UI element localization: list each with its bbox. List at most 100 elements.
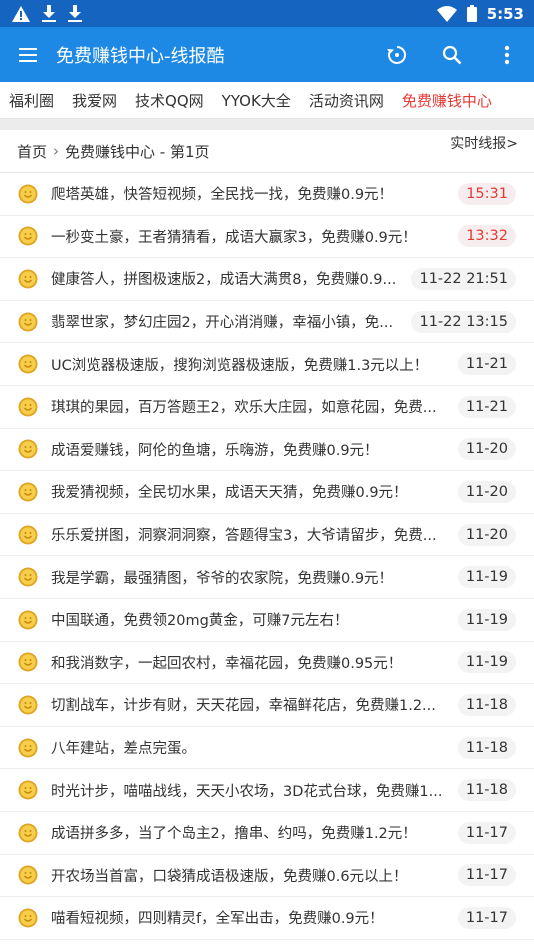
coin-icon <box>18 652 38 672</box>
status-bar: 5:53 <box>0 0 534 27</box>
breadcrumb-separator: › <box>53 142 60 160</box>
list-item[interactable]: 成语拼多多，当了个岛主2，撸串、约吗，免费赚1.2元！ 11-17 <box>0 812 534 855</box>
item-time: 11-17 <box>457 906 516 929</box>
item-time: 11-17 <box>457 821 516 844</box>
download-icon <box>42 5 56 22</box>
item-title: 切割战车，计步有财，天天花园，幸福鲜花店，免费赚1.2... <box>51 698 436 715</box>
coin-icon <box>18 226 38 246</box>
item-title: 中国联通，免费领20mg黄金，可赚7元左右！ <box>51 613 349 630</box>
category-tabs: 福利圈 我爱网 技术QQ网 YYOK大全 活动资讯网 免费赚钱中心 <box>0 82 534 119</box>
coin-icon <box>18 354 38 374</box>
item-time: 11-19 <box>457 566 516 589</box>
more-button[interactable] <box>479 27 534 82</box>
list-item[interactable]: 琪琪的果园，百万答题王2，欢乐大庄园，如意花园，免费... 11-21 <box>0 386 534 429</box>
item-title: 一秒变土豪，王者猜猜看，成语大赢家3，免费赚0.9元！ <box>51 229 417 246</box>
list-item[interactable]: 翡翠世家，梦幻庄园2，开心消消赚，幸福小镇，免... 11-22 13:15 <box>0 301 534 344</box>
item-title: 乐乐爱拼图，洞察洞洞察，答题得宝3，大爷请留步，免费... <box>51 528 437 545</box>
tab-fuliquan[interactable]: 福利圈 <box>0 90 63 111</box>
item-title: UC浏览器极速版，搜狗浏览器极速版，免费赚1.3元以上！ <box>51 357 429 374</box>
item-time: 11-18 <box>457 736 516 759</box>
coin-icon <box>18 738 38 758</box>
item-time: 15:31 <box>458 182 516 205</box>
search-button[interactable] <box>424 27 479 82</box>
item-title: 我爱猜视频，全民切水果，成语天天猜，免费赚0.9元！ <box>51 485 408 502</box>
item-title: 和我消数字，一起回农村，幸福花园，免费赚0.95元！ <box>51 655 403 672</box>
coin-icon <box>18 695 38 715</box>
list-item[interactable]: 乐乐爱拼图，洞察洞洞察，答题得宝3，大爷请留步，免费... 11-20 <box>0 514 534 557</box>
item-time: 11-21 <box>457 353 516 376</box>
item-title: 我是学霸，最强猜图，爷爷的农家院，免费赚0.9元！ <box>51 570 394 587</box>
breadcrumb: 首页 › 免费赚钱中心 - 第1页 实时线报> <box>0 130 534 173</box>
item-time: 11-22 13:15 <box>411 310 516 333</box>
coin-icon <box>18 397 38 417</box>
list-item[interactable]: 时光计步，喵喵战线，天天小农场，3D花式台球，免费赚1... 11-18 <box>0 769 534 812</box>
tab-jishu-qq[interactable]: 技术QQ网 <box>126 90 213 111</box>
item-title: 八年建站，差点完蛋。 <box>51 741 196 758</box>
tab-mianfei-zhuanqian[interactable]: 免费赚钱中心 <box>393 90 501 111</box>
item-title: 翡翠世家，梦幻庄园2，开心消消赚，幸福小镇，免... <box>51 315 394 332</box>
item-time: 13:32 <box>458 225 516 248</box>
item-time: 11-18 <box>457 693 516 716</box>
coin-icon <box>18 312 38 332</box>
app-bar: 免费赚钱中心-线报酷 <box>0 27 534 82</box>
list-item[interactable]: UC浏览器极速版，搜狗浏览器极速版，免费赚1.3元以上！ 11-21 <box>0 343 534 386</box>
list-item[interactable]: 切割战车，计步有财，天天花园，幸福鲜花店，免费赚1.2... 11-18 <box>0 684 534 727</box>
history-icon <box>386 45 406 64</box>
tab-woaiwang[interactable]: 我爱网 <box>63 90 126 111</box>
warning-icon <box>12 5 30 22</box>
list-item[interactable]: 我是学霸，最强猜图，爷爷的农家院，免费赚0.9元！ 11-19 <box>0 556 534 599</box>
tab-huodong[interactable]: 活动资讯网 <box>300 90 393 111</box>
realtime-link[interactable]: 实时线报> <box>450 133 534 153</box>
item-title: 时光计步，喵喵战线，天天小农场，3D花式台球，免费赚1... <box>51 783 443 800</box>
item-time: 11-18 <box>457 779 516 802</box>
tab-yyok[interactable]: YYOK大全 <box>213 90 300 111</box>
coin-icon <box>18 567 38 587</box>
wifi-icon <box>436 5 457 22</box>
coin-icon <box>18 865 38 885</box>
item-time: 11-17 <box>457 864 516 887</box>
item-title: 成语爱赚钱，阿伦的鱼塘，乐嗨游，免费赚0.9元！ <box>51 442 379 459</box>
item-title: 琪琪的果园，百万答题王2，欢乐大庄园，如意花园，免费... <box>51 400 437 417</box>
coin-icon <box>18 184 38 204</box>
list-item[interactable]: 开农场当首富，口袋猜成语极速版，免费赚0.6元以上！ 11-17 <box>0 855 534 898</box>
list-item[interactable]: 健康答人，拼图极速版2，成语大满贯8，免费赚0.9... 11-22 21:51 <box>0 258 534 301</box>
coin-icon <box>18 908 38 928</box>
list-item[interactable]: 爬塔英雄，快答短视频，全民找一找，免费赚0.9元！ 15:31 <box>0 173 534 216</box>
item-time: 11-20 <box>457 480 516 503</box>
menu-button[interactable] <box>0 27 56 82</box>
list-item[interactable]: 喵看短视频，四则精灵f，全军出击，免费赚0.9元！ 11-17 <box>0 897 534 940</box>
item-title: 健康答人，拼图极速版2，成语大满贯8，免费赚0.9... <box>51 272 397 289</box>
hamburger-icon <box>19 47 37 62</box>
more-vert-icon <box>504 45 509 64</box>
list-item[interactable]: 我爱猜视频，全民切水果，成语天天猜，免费赚0.9元！ 11-20 <box>0 471 534 514</box>
item-time: 11-20 <box>457 438 516 461</box>
article-list: 爬塔英雄，快答短视频，全民找一找，免费赚0.9元！ 15:31 一秒变土豪，王者猜猜… <box>0 173 534 940</box>
item-title: 喵看短视频，四则精灵f，全军出击，免费赚0.9元！ <box>51 911 384 928</box>
item-title: 成语拼多多，当了个岛主2，撸串、约吗，免费赚1.2元！ <box>51 826 417 843</box>
page-title: 免费赚钱中心-线报酷 <box>56 45 225 67</box>
status-time: 5:53 <box>486 4 524 23</box>
list-item[interactable]: 成语爱赚钱，阿伦的鱼塘，乐嗨游，免费赚0.9元！ 11-20 <box>0 429 534 472</box>
item-time: 11-21 <box>457 395 516 418</box>
list-item[interactable]: 和我消数字，一起回农村，幸福花园，免费赚0.95元！ 11-19 <box>0 642 534 685</box>
coin-icon <box>18 780 38 800</box>
list-item[interactable]: 一秒变土豪，王者猜猜看，成语大赢家3，免费赚0.9元！ 13:32 <box>0 216 534 259</box>
breadcrumb-home[interactable]: 首页 <box>17 141 47 162</box>
list-item[interactable]: 中国联通，免费领20mg黄金，可赚7元左右！ 11-19 <box>0 599 534 642</box>
coin-icon <box>18 610 38 630</box>
battery-icon <box>466 5 477 22</box>
list-item[interactable]: 八年建站，差点完蛋。 11-18 <box>0 727 534 770</box>
item-time: 11-22 21:51 <box>411 267 516 290</box>
coin-icon <box>18 823 38 843</box>
item-title: 爬塔英雄，快答短视频，全民找一找，免费赚0.9元！ <box>51 187 394 204</box>
download-icon <box>68 5 82 22</box>
item-time: 11-19 <box>457 608 516 631</box>
coin-icon <box>18 525 38 545</box>
coin-icon <box>18 482 38 502</box>
search-icon <box>442 45 461 64</box>
item-time: 11-19 <box>457 651 516 674</box>
history-button[interactable] <box>369 27 424 82</box>
coin-icon <box>18 269 38 289</box>
coin-icon <box>18 439 38 459</box>
item-title: 开农场当首富，口袋猜成语极速版，免费赚0.6元以上！ <box>51 868 408 885</box>
